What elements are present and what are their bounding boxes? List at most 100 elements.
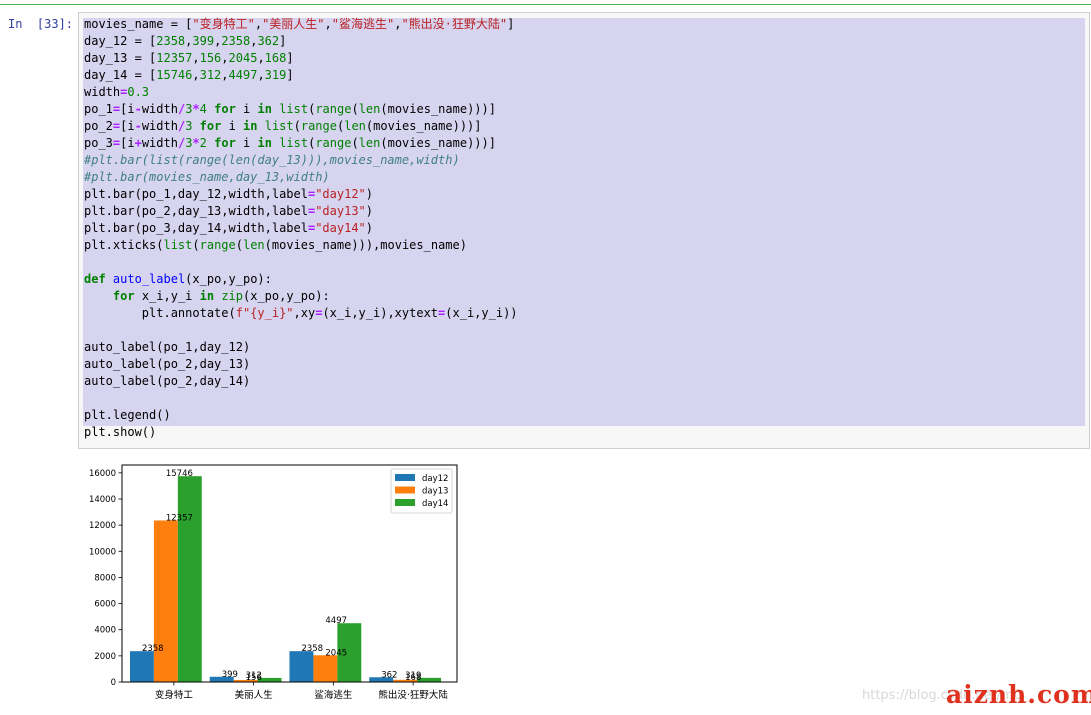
code-token: (	[351, 102, 359, 116]
data-label-11: 319	[405, 671, 421, 681]
code-token: day_12 = [	[84, 34, 157, 48]
code-token: (x_po,y_po):	[243, 289, 330, 303]
code-token: *	[192, 102, 200, 116]
code-line: for x_i,y_i in zip(x_po,y_po):	[84, 288, 518, 305]
code-line: movies_name = ["变身特工","美丽人生","鲨海逃生","熊出没…	[84, 16, 518, 33]
code-token: (	[351, 136, 359, 150]
code-token: plt.bar(po_1,day_12,width,label	[84, 187, 308, 201]
code-token: ,	[221, 68, 229, 82]
code-token: width	[84, 85, 121, 99]
code-token: ,	[324, 17, 332, 31]
code-line: day_12 = [2358,399,2358,362]	[84, 33, 518, 50]
data-label-4: 12357	[166, 513, 193, 523]
code-line: po_2=[i-width/3 for i in list(range(len(…	[84, 118, 518, 135]
code-token: len	[242, 238, 265, 252]
code-line: auto_label(po_2,day_13)	[84, 356, 518, 373]
code-token: (movies_name))),movies_name)	[264, 238, 467, 252]
code-token: movies_name = [	[84, 17, 193, 31]
code-token: zip	[221, 289, 243, 303]
code-token: (movies_name)))]	[380, 102, 496, 116]
code-token: width	[141, 119, 178, 133]
code-token: "变身特工"	[192, 17, 255, 31]
bar-day14-0	[177, 476, 202, 682]
legend-label-day12: day12	[422, 474, 448, 484]
code-token: 312	[199, 68, 222, 82]
code-token: [i	[120, 119, 135, 133]
data-label-2: 2358	[301, 644, 323, 654]
y-tick-label-3: 6000	[94, 600, 116, 610]
code-token: po_2	[84, 119, 113, 133]
code-token: for	[214, 102, 236, 116]
code-token: )	[365, 187, 374, 201]
code-token: -	[134, 119, 142, 133]
y-tick-label-0: 0	[111, 678, 116, 688]
code-token: list	[279, 102, 309, 116]
legend-swatch-day12	[395, 474, 415, 481]
code-token: width	[141, 136, 178, 150]
code-token: "day12"	[315, 187, 366, 201]
code-token: )	[365, 204, 374, 218]
code-token: 2358	[156, 34, 186, 48]
code-line: def auto_label(x_po,y_po):	[84, 271, 518, 288]
code-token: plt.xticks(	[84, 238, 164, 252]
code-token: #plt.bar(movies_name,day_13,width)	[84, 170, 330, 184]
code-token: +	[134, 136, 142, 150]
data-label-8: 15746	[166, 469, 193, 479]
code-token: width	[141, 102, 178, 116]
data-label-6: 2045	[325, 648, 347, 658]
code-line: width=0.3	[84, 84, 518, 101]
y-tick-label-4: 8000	[94, 573, 116, 583]
code-token: 4	[199, 102, 207, 116]
y-tick-label-7: 14000	[89, 495, 116, 505]
code-token: (	[235, 238, 243, 252]
output-area: 2358 399 2358 362 12357 156 2045 168 15746 312 449…	[78, 460, 468, 710]
code-token: ]	[286, 51, 294, 65]
code-token: i	[235, 136, 258, 150]
code-token: 168	[264, 51, 287, 65]
bar-day12-0	[129, 651, 154, 682]
code-token: day_14 = [	[84, 68, 157, 82]
data-label-1: 399	[222, 670, 238, 680]
code-cell[interactable]: movies_name = ["变身特工","美丽人生","鲨海逃生","熊出没…	[78, 12, 1090, 449]
data-label-3: 362	[381, 670, 397, 680]
code-token: for	[214, 136, 236, 150]
code-token: ]	[286, 68, 294, 82]
code-token: in	[199, 289, 215, 303]
code-token: def	[84, 272, 106, 286]
code-editor[interactable]: movies_name = ["变身特工","美丽人生","鲨海逃生","熊出没…	[84, 16, 518, 441]
code-token: ]	[507, 17, 515, 31]
code-token: in	[257, 102, 272, 116]
code-token: 0.3	[127, 85, 150, 99]
y-tick-label-2: 4000	[94, 626, 116, 636]
y-tick-label-1: 2000	[94, 652, 116, 662]
code-token: in	[257, 136, 272, 150]
code-token: plt.annotate(	[84, 306, 236, 320]
code-token: ]	[279, 34, 287, 48]
y-tick-label-8: 16000	[89, 469, 116, 479]
code-token: )	[365, 221, 374, 235]
code-token: for	[112, 289, 135, 303]
code-token: *	[192, 136, 200, 150]
code-token: "熊出没·狂野大陆"	[401, 17, 508, 31]
code-token: f"{y_i}"	[235, 306, 294, 320]
code-token: range	[315, 136, 352, 150]
x-tick-label-3: 熊出没·狂野大陆	[378, 689, 448, 701]
code-token: for	[199, 119, 222, 133]
bar-day13-2	[313, 655, 338, 682]
code-token: -	[134, 102, 142, 116]
code-token: (	[293, 119, 301, 133]
code-token: 2358	[221, 34, 251, 48]
code-token: 2	[199, 136, 207, 150]
code-line: plt.legend()	[84, 407, 518, 424]
code-token: auto_label(po_2,day_14)	[84, 374, 251, 388]
code-token: i	[235, 102, 258, 116]
bar-day13-0	[153, 520, 178, 682]
code-token: 156	[199, 51, 222, 65]
code-token: plt.bar(po_2,day_13,width,label	[84, 204, 308, 218]
code-token: ,xy	[293, 306, 316, 320]
code-token: auto_label(po_2,day_13)	[84, 357, 251, 371]
